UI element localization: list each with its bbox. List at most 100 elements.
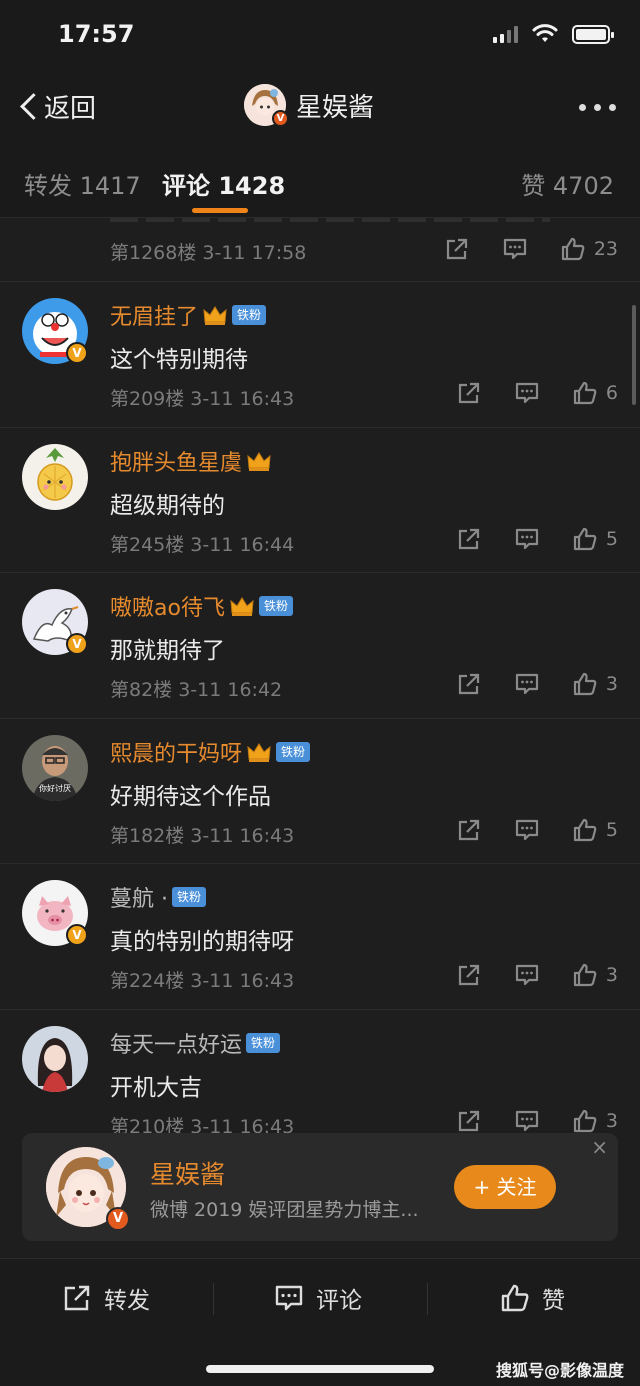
status-bar: 17:57 [0, 0, 640, 68]
author-name: 抱胖头鱼星虞 [110, 451, 243, 476]
repost-label: 转发 [104, 1288, 150, 1314]
reply-button[interactable] [514, 962, 540, 988]
divider [427, 1283, 428, 1315]
share-icon [458, 673, 480, 695]
battery-icon [572, 24, 614, 44]
comment-icon [515, 964, 539, 986]
like-count: 3 [605, 964, 618, 986]
share-button[interactable] [456, 962, 482, 988]
avatar[interactable] [22, 444, 88, 510]
follow-button[interactable]: + 关注 [454, 1165, 556, 1209]
like-button[interactable]: 赞 [500, 1281, 565, 1315]
comment-author[interactable]: 嗷嗷ao待飞 铁粉 [110, 591, 293, 621]
comment-author[interactable]: 蔓航 · 铁粉 [110, 882, 207, 912]
fan-badge: 铁粉 [246, 1033, 281, 1053]
bottom-toolbar: 转发 评论 赞 搜狐号@影像温度 [0, 1258, 640, 1386]
verified-badge-icon: V [66, 633, 88, 655]
list-item: 抱胖头鱼星虞 超级期待的 第245楼 3-11 16:44 5 [0, 427, 640, 572]
comment-icon [515, 673, 539, 695]
author-name: 无眉挂了 [110, 305, 199, 330]
like-count: 5 [605, 528, 618, 550]
back-button[interactable]: 返回 [18, 88, 96, 125]
reply-button[interactable] [514, 380, 540, 406]
avatar[interactable]: 你好讨厌 [22, 735, 88, 801]
like-button[interactable]: 5 [572, 817, 618, 843]
comment-actions: 3 [424, 1108, 618, 1133]
tab-comments[interactable]: 评论 1428 [162, 166, 285, 201]
avatar: V [244, 84, 289, 127]
like-button[interactable]: 6 [572, 380, 618, 406]
share-button[interactable] [456, 380, 482, 406]
scrollbar[interactable] [632, 305, 636, 405]
thumbs-up-icon [573, 527, 597, 551]
avatar-caption: 你好讨厌 [39, 784, 71, 793]
comment-label: 评论 [316, 1288, 362, 1314]
share-icon [458, 819, 480, 841]
like-button[interactable]: 3 [572, 671, 618, 697]
list-item: V 嗷嗷ao待飞 铁粉 那就期待了 第82楼 3-11 16:42 3 [0, 572, 640, 717]
like-button[interactable]: 3 [572, 962, 618, 988]
active-tab-indicator [192, 208, 248, 213]
truncated-comment-text [110, 218, 550, 222]
divider [213, 1283, 214, 1315]
share-button[interactable] [444, 236, 470, 262]
reply-button[interactable] [514, 817, 540, 843]
tab-likes[interactable]: 赞 4702 [521, 166, 614, 201]
nav-bar: 返回 V 星娱酱 [0, 68, 640, 146]
fan-badge: 铁粉 [172, 887, 207, 907]
list-item: V 无眉挂了 铁粉 这个特别期待 第209楼 3-11 16:43 6 [0, 281, 640, 426]
comment-meta: 第245楼 3-11 16:44 [110, 534, 295, 556]
comment-text: 超级期待的 [110, 493, 225, 519]
crown-icon [202, 304, 228, 326]
like-count: 3 [605, 673, 618, 695]
follow-card-description: 微博 2019 娱评团星势力博主... [150, 1199, 419, 1221]
fan-badge: 铁粉 [232, 305, 267, 325]
thumbs-up-icon [573, 672, 597, 696]
like-button[interactable]: 23 [560, 236, 618, 262]
like-count: 23 [593, 238, 618, 260]
fan-badge: 铁粉 [276, 742, 311, 762]
comment-icon [515, 382, 539, 404]
tab-bar: 转发 1417 评论 1428 赞 4702 [0, 146, 640, 218]
reply-button[interactable] [514, 671, 540, 697]
verified-badge-icon: V [106, 1207, 130, 1231]
share-button[interactable] [456, 817, 482, 843]
reply-button[interactable] [514, 526, 540, 552]
reply-button[interactable] [502, 236, 528, 262]
thumbs-up-icon [573, 1109, 597, 1133]
like-count: 3 [605, 1110, 618, 1132]
reply-button[interactable] [514, 1108, 540, 1133]
author-name: 蔓航 · [110, 887, 168, 912]
tab-reposts[interactable]: 转发 1417 [24, 166, 141, 201]
comment-icon [515, 528, 539, 550]
comment-icon [515, 819, 539, 841]
nav-title-group[interactable]: V 星娱酱 [244, 84, 374, 127]
share-button[interactable] [456, 526, 482, 552]
share-button[interactable] [456, 671, 482, 697]
like-button[interactable]: 5 [572, 526, 618, 552]
comment-author[interactable]: 无眉挂了 铁粉 [110, 300, 267, 330]
author-name: 嗷嗷ao待飞 [110, 596, 225, 621]
comment-button[interactable]: 评论 [274, 1281, 362, 1315]
comment-text: 真的特别的期待呀 [110, 929, 294, 955]
thumbs-up-icon [573, 818, 597, 842]
thumbs-up-icon [561, 237, 585, 261]
share-button[interactable] [456, 1108, 482, 1133]
home-indicator[interactable] [206, 1365, 434, 1373]
back-chevron-icon [18, 92, 40, 122]
comment-author[interactable]: 熙晨的干妈呀 铁粉 [110, 737, 311, 767]
comment-actions: 3 [424, 962, 618, 988]
comment-actions: 23 [412, 236, 618, 262]
like-button[interactable]: 3 [572, 1108, 618, 1133]
follow-card-name[interactable]: 星娱酱 [150, 1155, 225, 1191]
avatar[interactable] [22, 1026, 88, 1092]
comment-list[interactable]: 第1268楼 3-11 17:58 23 V 无眉挂了 铁粉 这个特别期待 第2… [0, 218, 640, 1133]
more-options-icon[interactable] [579, 104, 616, 111]
comment-icon [503, 238, 526, 260]
close-icon[interactable]: × [591, 1135, 608, 1159]
crown-icon [246, 450, 272, 472]
repost-button[interactable]: 转发 [62, 1281, 150, 1315]
comment-author[interactable]: 每天一点好运 铁粉 [110, 1028, 281, 1058]
comment-author[interactable]: 抱胖头鱼星虞 [110, 446, 272, 476]
like-label: 赞 [542, 1288, 565, 1314]
